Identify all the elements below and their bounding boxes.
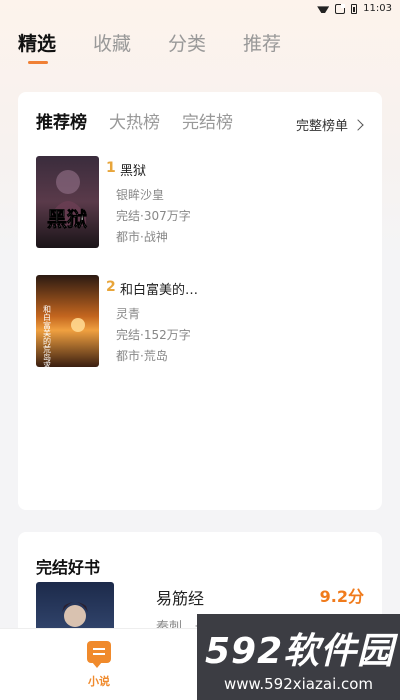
book-tags: 都市·战神	[116, 230, 168, 244]
tab-categories[interactable]: 分类	[168, 30, 206, 64]
list-item[interactable]: 和白富美的荒岛求生 2 和白富美的… 灵青 完结·152万字 都市·荒岛	[36, 275, 356, 369]
tab-featured[interactable]: 精选	[18, 30, 56, 64]
status-icons: 11:03	[317, 3, 392, 14]
ranking-tabs: 推荐榜 大热榜 完结榜	[36, 112, 255, 134]
full-list-link[interactable]: 完整榜单	[295, 115, 364, 134]
cover-title-text: 和白富美的荒岛求生	[43, 305, 52, 367]
wifi-icon	[317, 4, 329, 13]
tab-recommend-list[interactable]: 推荐榜	[36, 112, 87, 134]
book-status: 完结·152万字	[116, 328, 191, 342]
book-title[interactable]: 黑狱	[120, 160, 146, 179]
watermark-title: 592软件园	[205, 631, 395, 672]
book-author: 灵青	[116, 307, 141, 321]
status-bar: 11:03	[0, 0, 400, 20]
book-title[interactable]: 和白富美的…	[120, 279, 198, 298]
chevron-right-icon	[352, 118, 364, 131]
cover-title-text: 黑狱	[47, 207, 87, 231]
watermark: 592软件园 www.592xiazai.com	[197, 614, 400, 700]
main-tabs: 精选 收藏 分类 推荐	[18, 30, 318, 64]
nav-label-novel: 小说	[88, 675, 110, 688]
ranking-card: 推荐榜 大热榜 完结榜 完整榜单 黑狱 1 黑狱 银眸沙皇 完结·307万字 都…	[18, 92, 382, 510]
tab-favorites[interactable]: 收藏	[93, 30, 131, 64]
book-tags: 都市·荒岛	[116, 349, 168, 363]
book-author: 银眸沙皇	[116, 188, 165, 202]
rank-number: 1	[106, 160, 116, 176]
section-title: 完结好书	[36, 558, 101, 577]
status-time: 11:03	[363, 3, 392, 14]
book-status: 完结·307万字	[116, 209, 191, 223]
book-chat-icon	[87, 641, 111, 668]
list-item[interactable]: 黑狱 1 黑狱 银眸沙皇 完结·307万字 都市·战神	[36, 156, 356, 250]
tab-finished-list[interactable]: 完结榜	[182, 112, 233, 134]
battery-icon	[351, 3, 358, 14]
rank-number: 2	[106, 279, 116, 295]
tab-recommend[interactable]: 推荐	[243, 30, 281, 64]
book-cover[interactable]: 黑狱	[36, 156, 99, 248]
watermark-url: www.592xiazai.com	[223, 675, 374, 693]
tab-hot-list[interactable]: 大热榜	[109, 112, 160, 134]
book-score: 9.2分	[319, 587, 364, 606]
nav-item-novel[interactable]: 小说	[76, 641, 122, 689]
sim-icon	[335, 3, 346, 14]
full-list-label: 完整榜单	[295, 119, 348, 134]
book-title[interactable]: 易筋经	[156, 585, 204, 609]
book-cover[interactable]: 和白富美的荒岛求生	[36, 275, 99, 367]
